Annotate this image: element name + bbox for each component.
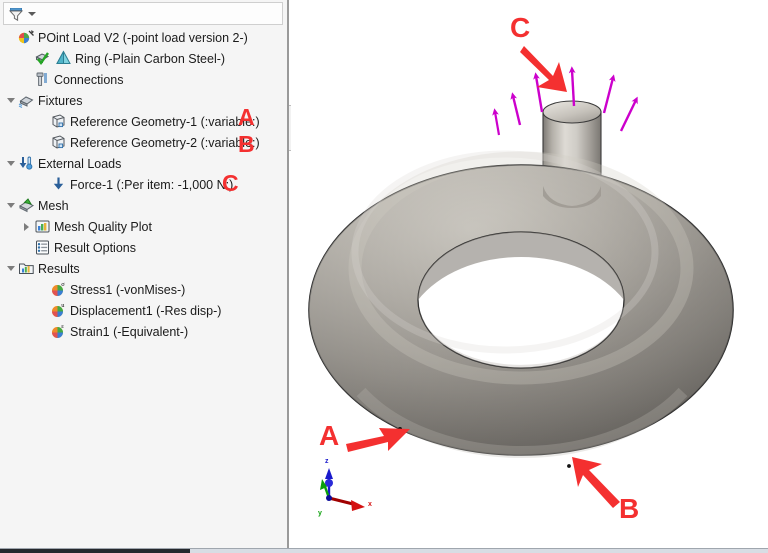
- model-render: [291, 0, 768, 548]
- strain-plot-icon: ε: [49, 323, 67, 341]
- filter-funnel-icon[interactable]: [8, 6, 36, 22]
- external-loads-icon: [17, 155, 35, 173]
- tree-twisty-spacer: [36, 111, 49, 132]
- svg-text:σ: σ: [61, 281, 65, 288]
- tree-twisty-spacer: [20, 48, 33, 69]
- material-check-icon: [33, 50, 51, 68]
- tree-row-label: Stress1 (-vonMises-): [70, 282, 185, 297]
- tree-annotation-letter-a: A: [238, 106, 254, 129]
- tree-row[interactable]: Connections: [0, 69, 289, 90]
- tree-twisty-spacer: [20, 69, 33, 90]
- tree-twisty-spacer: [36, 300, 49, 321]
- chevron-down-icon[interactable]: [4, 258, 17, 279]
- tree-twisty-spacer: [36, 132, 49, 153]
- tree-twisty-spacer: [4, 27, 17, 48]
- annotation-arrow-c: [520, 46, 567, 92]
- chevron-right-icon[interactable]: [20, 216, 33, 237]
- viewport-annotation-letter-b: B: [619, 495, 639, 523]
- tree-row-label: Displacement1 (-Res disp-): [70, 303, 221, 318]
- stress-plot-icon: σ: [49, 281, 67, 299]
- chevron-down-icon[interactable]: [4, 90, 17, 111]
- tree-filter-bar[interactable]: [3, 2, 283, 25]
- tree-row[interactable]: Mesh: [0, 195, 289, 216]
- tree-row-label: Force-1 (:Per item: -1,000 N:): [70, 177, 233, 192]
- chevron-down-icon[interactable]: [4, 153, 17, 174]
- tree-annotation-letter-b: B: [238, 133, 254, 156]
- graphics-viewport[interactable]: z y x C A B: [291, 0, 768, 548]
- viewport-annotation-letter-c: C: [510, 14, 530, 42]
- tree-twisty-spacer: [36, 174, 49, 195]
- svg-text:u: u: [61, 302, 65, 309]
- solidworks-simulation-window: POint Load V2 (-point load version 2-) Ri…: [0, 0, 768, 553]
- tree-row[interactable]: σ Stress1 (-vonMises-): [0, 279, 289, 300]
- tree-row[interactable]: Force-1 (:Per item: -1,000 N:): [0, 174, 289, 195]
- tree-annotation-letter-c: C: [222, 172, 238, 195]
- tree-row-label: Mesh Quality Plot: [54, 219, 152, 234]
- triad-z-label: z: [325, 458, 329, 465]
- tree-row-label: POint Load V2 (-point load version 2-): [38, 30, 248, 45]
- mesh-icon: [17, 197, 35, 215]
- tree-row[interactable]: Ring (-Plain Carbon Steel-): [0, 48, 289, 69]
- tree-row[interactable]: u Displacement1 (-Res disp-): [0, 300, 289, 321]
- viewport-annotation-letter-a: A: [319, 422, 339, 450]
- horizontal-scrollbar[interactable]: [0, 548, 768, 553]
- solid-body-icon: [54, 50, 72, 68]
- annotation-arrow-a: [346, 428, 410, 452]
- tree-row[interactable]: POint Load V2 (-point load version 2-): [0, 27, 289, 48]
- reference-geometry-icon: [49, 113, 67, 131]
- tree-row-label: Ring (-Plain Carbon Steel-): [75, 51, 225, 66]
- tree-row[interactable]: Results: [0, 258, 289, 279]
- tree-twisty-spacer: [36, 279, 49, 300]
- tree-twisty-spacer: [36, 321, 49, 342]
- study-icon: [17, 29, 35, 47]
- fixtures-icon: [17, 92, 35, 110]
- results-folder-icon: [17, 260, 35, 278]
- tree-row-label: Mesh: [38, 198, 69, 213]
- triad-x-label: x: [368, 501, 372, 508]
- ring-torus-geometry: [309, 154, 733, 455]
- chevron-down-icon[interactable]: [28, 12, 36, 16]
- tree-row-label: Result Options: [54, 240, 136, 255]
- tree-row-label: Reference Geometry-2 (:variable:): [70, 135, 260, 150]
- displacement-plot-icon: u: [49, 302, 67, 320]
- tree-twisty-spacer: [20, 237, 33, 258]
- tree-row-label: Results: [38, 261, 80, 276]
- force-arrow-icon: [49, 176, 67, 194]
- fixture-point-marker-b: [567, 464, 571, 468]
- triad-y-label: y: [318, 510, 322, 517]
- tree-row-label: Fixtures: [38, 93, 82, 108]
- tree-row[interactable]: Result Options: [0, 237, 289, 258]
- annotation-arrow-b: [572, 457, 620, 508]
- tree-row-label: Reference Geometry-1 (:variable:): [70, 114, 260, 129]
- coordinate-triad: [320, 468, 365, 511]
- feature-tree-panel: POint Load V2 (-point load version 2-) Ri…: [0, 0, 289, 548]
- result-options-icon: [33, 239, 51, 257]
- svg-text:ε: ε: [61, 323, 64, 330]
- tree-row-label: Connections: [54, 72, 124, 87]
- plot-icon: [33, 218, 51, 236]
- chevron-down-icon[interactable]: [4, 195, 17, 216]
- reference-geometry-icon: [49, 134, 67, 152]
- tree-row-label: External Loads: [38, 156, 121, 171]
- tree-row[interactable]: Mesh Quality Plot: [0, 216, 289, 237]
- tree-row[interactable]: ε Strain1 (-Equivalent-): [0, 321, 289, 342]
- scrollbar-thumb[interactable]: [0, 549, 190, 553]
- tree-row-label: Strain1 (-Equivalent-): [70, 324, 188, 339]
- connections-icon: [33, 71, 51, 89]
